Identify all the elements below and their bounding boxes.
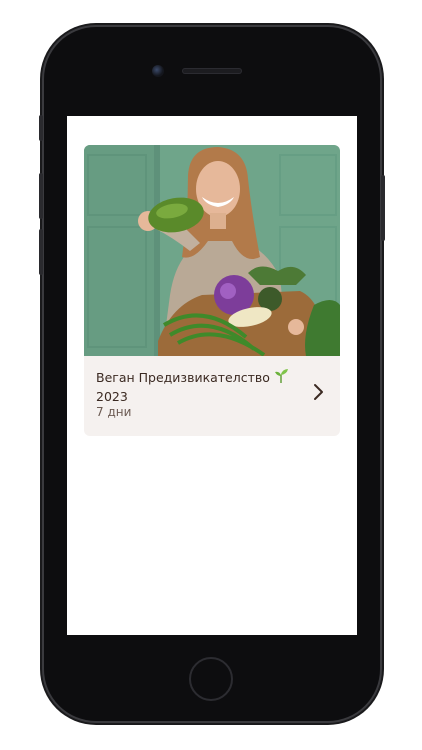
- power-button: [381, 175, 385, 241]
- card-title: Веган Предизвикателство 2023: [96, 368, 304, 406]
- phone-frame: Веган Предизвикателство 2023 7 дни: [39, 27, 385, 721]
- app-screen: Веган Предизвикателство 2023 7 дни: [67, 116, 357, 635]
- card-duration: 7 дни: [96, 405, 132, 419]
- volume-up-button: [39, 173, 43, 219]
- card-title-text: Веган Предизвикателство: [96, 370, 270, 385]
- volume-down-button: [39, 229, 43, 275]
- chevron-right-icon[interactable]: [310, 382, 326, 402]
- challenge-card[interactable]: Веган Предизвикателство 2023 7 дни: [84, 145, 340, 436]
- home-button[interactable]: [189, 657, 233, 701]
- earpiece-speaker: [182, 68, 242, 74]
- front-camera: [152, 65, 164, 77]
- card-title-year: 2023: [96, 389, 128, 404]
- mute-switch: [39, 115, 43, 141]
- card-info: Веган Предизвикателство 2023 7 дни: [84, 356, 340, 436]
- challenge-photo: [84, 145, 340, 356]
- seedling-icon: [274, 369, 288, 383]
